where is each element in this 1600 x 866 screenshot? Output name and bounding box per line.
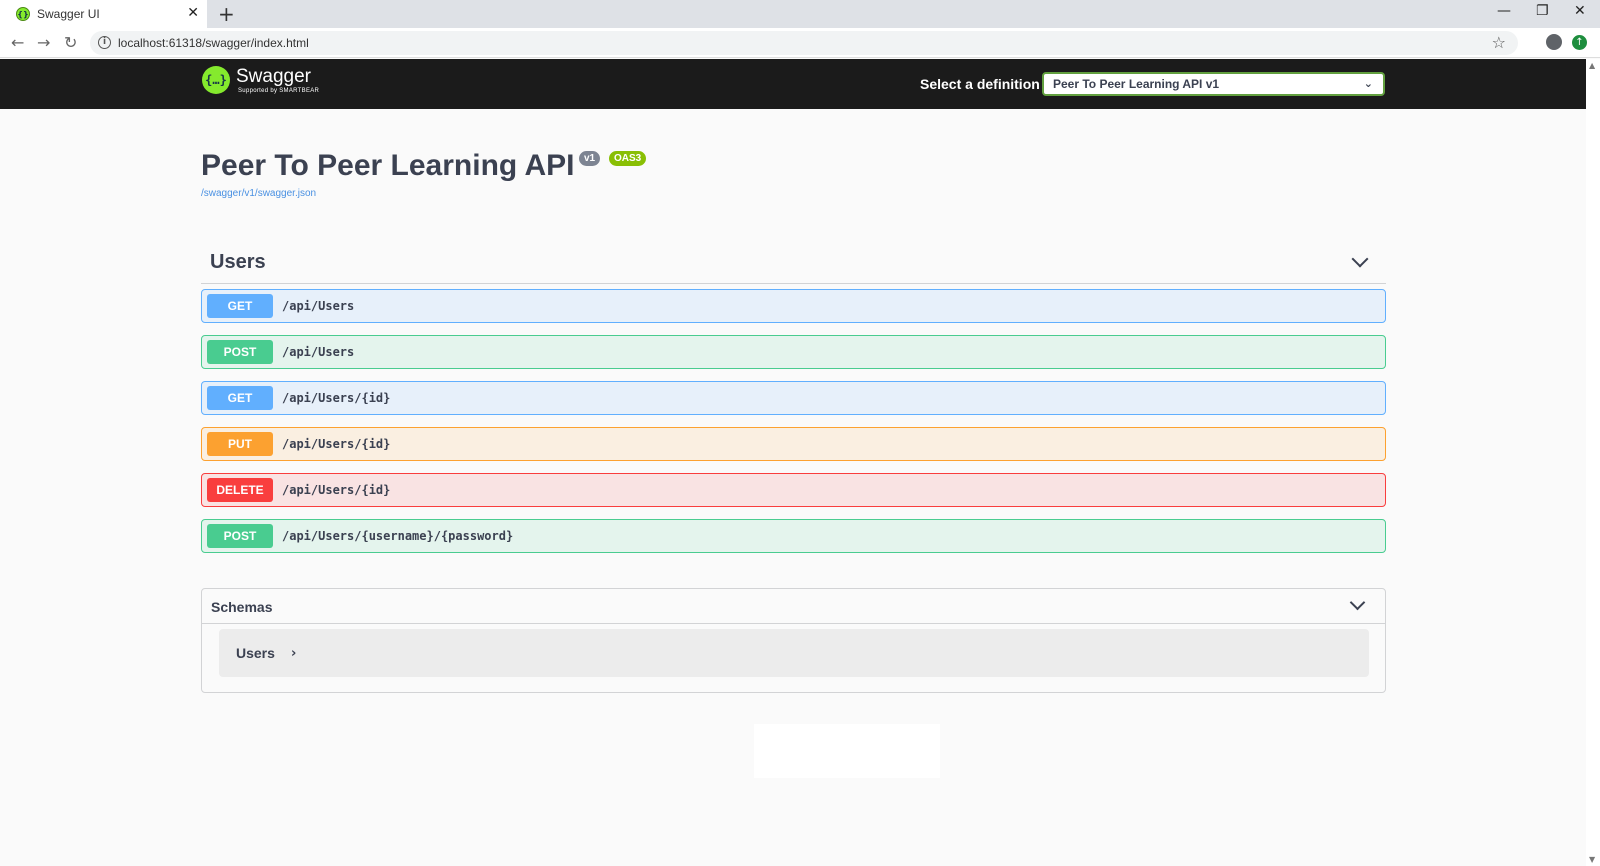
close-window-icon[interactable]: ✕ [1574,3,1586,19]
tag-users-header[interactable]: Users [201,249,1386,284]
definition-select[interactable]: Peer To Peer Learning API v1 ⌄ [1042,72,1385,96]
forward-arrow-icon[interactable]: → [37,33,50,52]
operation-path: /api/Users/{id} [282,483,391,497]
schema-model-users[interactable]: Users › [219,629,1369,677]
swagger-logo[interactable]: {…} Swagger Supported by SMARTBEAR [202,66,319,94]
chevron-down-icon[interactable] [1351,250,1369,268]
operation-path: /api/Users/{id} [282,391,391,405]
url-text[interactable]: localhost:61318/swagger/index.html [118,36,309,50]
definition-label: Select a definition [920,76,1040,92]
definition-selected-value: Peer To Peer Learning API v1 [1053,77,1220,91]
tab-title: Swagger UI [37,7,100,21]
scroll-down-arrow-icon[interactable]: ▼ [1589,855,1595,864]
schemas-section: Schemas Users › [201,588,1386,693]
swagger-favicon-icon: {} [16,7,30,21]
schemas-title: Schemas [211,599,273,615]
operation-get-users[interactable]: GET /api/Users [201,289,1386,323]
swagger-logo-icon: {…} [202,66,230,94]
site-info-icon[interactable]: i [98,36,111,49]
schemas-header[interactable]: Schemas [202,589,1385,624]
operation-path: /api/Users [282,299,355,313]
method-badge: GET [207,294,273,318]
method-badge: DELETE [207,478,273,502]
method-badge: GET [207,386,273,410]
logo-subtitle: Supported by SMARTBEAR [238,87,320,94]
operation-path: /api/Users [282,345,355,359]
validator-badge [754,724,940,778]
operation-put-user-by-id[interactable]: PUT /api/Users/{id} [201,427,1386,461]
tab-close-icon[interactable]: ✕ [187,5,199,21]
chevron-right-icon[interactable]: › [291,646,296,661]
tag-name: Users [210,251,266,273]
operation-post-users[interactable]: POST /api/Users [201,335,1386,369]
method-badge: PUT [207,432,273,456]
browser-tab-bar: {} Swagger UI ✕ + — ❐ ✕ [0,0,1600,28]
model-name: Users [236,645,275,661]
extension-update-icon[interactable]: ↑ [1572,35,1587,50]
operation-post-user-login[interactable]: POST /api/Users/{username}/{password} [201,519,1386,553]
reload-icon[interactable]: ↻ [64,33,77,52]
operation-path: /api/Users/{username}/{password} [282,529,514,543]
browser-toolbar: ← → ↻ i localhost:61318/swagger/index.ht… [0,28,1600,58]
minimize-window-icon[interactable]: — [1497,3,1511,19]
operation-path: /api/Users/{id} [282,437,391,451]
operation-get-user-by-id[interactable]: GET /api/Users/{id} [201,381,1386,415]
back-arrow-icon[interactable]: ← [11,33,24,52]
scroll-up-arrow-icon[interactable]: ▲ [1589,61,1595,70]
address-bar[interactable]: i localhost:61318/swagger/index.html ☆ [90,31,1518,55]
vertical-scrollbar[interactable]: ▲ ▼ [1586,59,1600,866]
version-badge: v1 [579,151,601,166]
chevron-down-icon: ⌄ [1363,77,1373,90]
browser-tab[interactable]: {} Swagger UI ✕ [0,0,207,28]
operation-delete-user-by-id[interactable]: DELETE /api/Users/{id} [201,473,1386,507]
logo-wordmark: Swagger [236,65,311,87]
restore-window-icon[interactable]: ❐ [1536,3,1549,19]
method-badge: POST [207,340,273,364]
spec-json-link[interactable]: /swagger/v1/swagger.json [201,188,316,199]
profile-avatar-icon[interactable] [1546,34,1562,50]
new-tab-button[interactable]: + [218,2,235,26]
bookmark-star-icon[interactable]: ☆ [1492,33,1506,52]
api-title: Peer To Peer Learning API [201,149,575,182]
swagger-topbar: {…} Swagger Supported by SMARTBEAR Selec… [0,59,1586,109]
oas-badge: OAS3 [609,151,647,166]
method-badge: POST [207,524,273,548]
chevron-down-icon[interactable] [1349,594,1366,611]
